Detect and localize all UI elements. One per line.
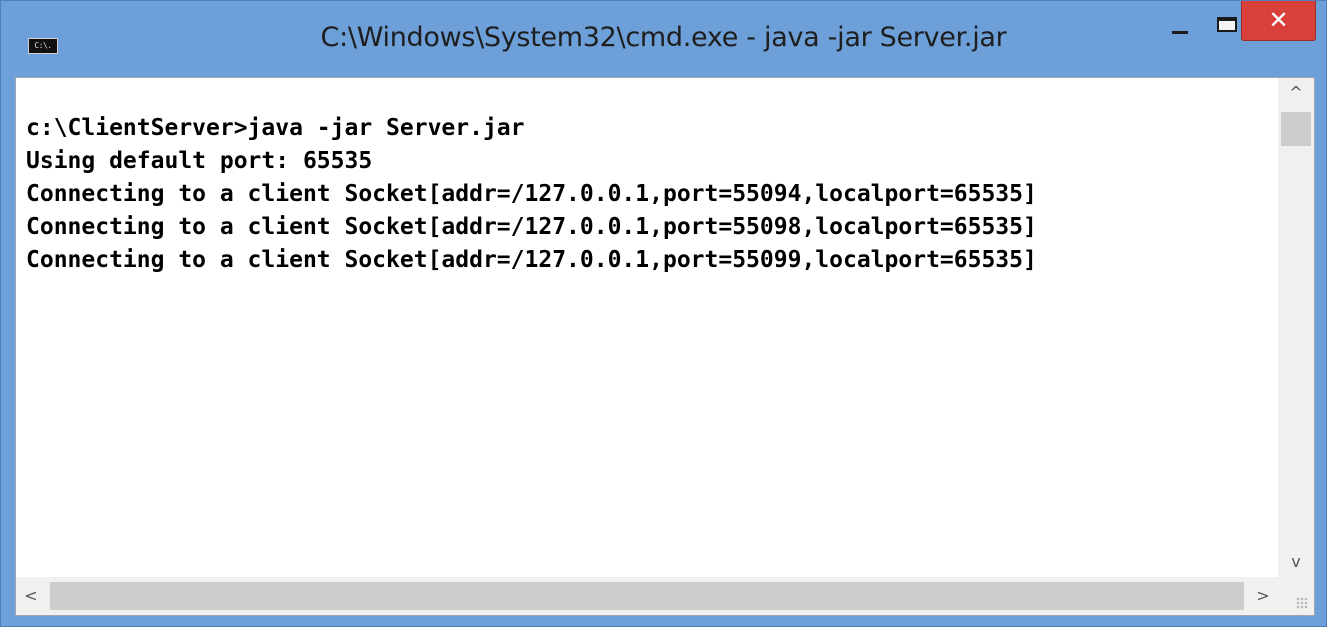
close-icon: ✕ <box>1268 6 1289 34</box>
vertical-scroll-thumb[interactable] <box>1281 112 1311 146</box>
horizontal-scroll-thumb[interactable] <box>50 582 1244 610</box>
window-title: C:\Windows\System32\cmd.exe - java -jar … <box>320 22 1007 53</box>
console-line: Connecting to a client Socket[addr=/127.… <box>26 214 1037 240</box>
horizontal-scrollbar[interactable]: < > <box>16 577 1278 615</box>
scroll-down-icon[interactable]: v <box>1278 549 1314 575</box>
resize-grip-icon <box>1296 597 1308 609</box>
console-line: Connecting to a client Socket[addr=/127.… <box>26 247 1037 273</box>
minimize-button[interactable] <box>1156 1 1203 41</box>
close-button[interactable]: ✕ <box>1241 1 1316 41</box>
scroll-up-icon[interactable]: ^ <box>1278 80 1314 106</box>
scroll-right-icon[interactable]: > <box>1250 583 1276 609</box>
console-window: C:\. C:\Windows\System32\cmd.exe - java … <box>0 0 1327 627</box>
vertical-scrollbar[interactable]: ^ v <box>1278 78 1314 577</box>
size-grip[interactable] <box>1278 577 1314 615</box>
console-line: Using default port: 65535 <box>26 148 373 174</box>
maximize-icon <box>1217 17 1237 32</box>
title-bar[interactable]: C:\. C:\Windows\System32\cmd.exe - java … <box>1 1 1326 77</box>
scroll-left-icon[interactable]: < <box>18 583 44 609</box>
console-area[interactable]: c:\ClientServer>java -jar Server.jar Usin… <box>15 77 1315 616</box>
console-output: c:\ClientServer>java -jar Server.jar Usin… <box>26 112 1266 567</box>
console-line: Connecting to a client Socket[addr=/127.… <box>26 181 1037 207</box>
minimize-icon <box>1172 31 1188 34</box>
console-line: c:\ClientServer>java -jar Server.jar <box>26 115 525 141</box>
